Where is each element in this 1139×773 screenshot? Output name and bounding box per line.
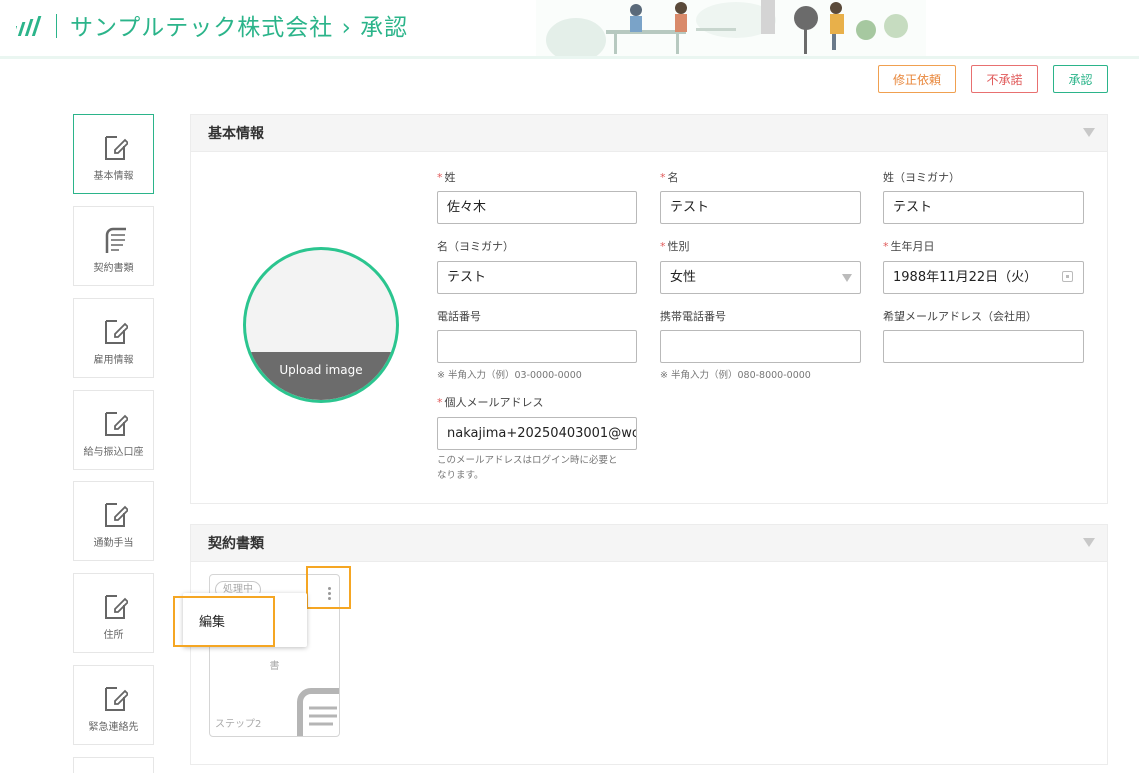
sidebar-item-label: 契約書類 <box>93 263 134 274</box>
edit-document-icon <box>105 503 128 527</box>
required-mark: * <box>660 240 666 253</box>
document-list-icon <box>105 227 126 253</box>
kebab-dot-icon <box>328 592 331 595</box>
basic-info-header[interactable]: 基本情報 <box>191 115 1107 152</box>
required-mark: * <box>660 171 666 184</box>
document-list-icon <box>297 688 339 736</box>
sidebar-item-label: 緊急連絡先 <box>88 722 139 733</box>
sidebar-item-more[interactable] <box>73 757 154 773</box>
avatar-upload[interactable]: Upload image <box>243 247 399 403</box>
company-logo-icon[interactable] <box>16 14 44 38</box>
card-step-label: ステップ2 <box>215 719 262 730</box>
sidebar-item-label: 住所 <box>103 630 124 641</box>
first-name-input[interactable]: テスト <box>660 191 861 224</box>
edit-document-icon <box>105 136 128 160</box>
chevron-down-icon <box>842 274 852 282</box>
sidebar-item-label: 基本情報 <box>93 171 134 182</box>
sidebar-item-salary-account[interactable]: 給与振込口座 <box>73 390 154 470</box>
app-header: サンプルテック株式会社 › 承認 <box>0 0 1139 59</box>
contract-docs-header[interactable]: 契約書類 <box>191 525 1107 562</box>
last-name-label: * 姓 <box>437 171 456 184</box>
card-title-fragment: 書 <box>269 661 280 672</box>
personal-email-label: * 個人メールアドレス <box>437 396 544 409</box>
first-name-kana-input[interactable]: テスト <box>437 261 637 294</box>
reject-button[interactable]: 不承諾 <box>971 65 1038 93</box>
mobile-input[interactable] <box>660 330 861 363</box>
edit-document-icon <box>105 412 128 436</box>
sidebar-item-basic-info[interactable]: 基本情報 <box>73 114 154 194</box>
sidebar-item-label: 通勤手当 <box>93 538 134 549</box>
approve-button[interactable]: 承認 <box>1053 65 1108 93</box>
birthdate-value: 1988年11月22日（火） <box>893 270 1038 285</box>
collapse-caret-icon[interactable] <box>1083 128 1095 137</box>
section-title: 基本情報 <box>208 126 264 142</box>
page-title: サンプルテック株式会社 › 承認 <box>70 15 409 41</box>
header-divider <box>56 14 57 38</box>
first-name-label: * 名 <box>660 171 679 184</box>
kebab-dot-icon <box>328 587 331 590</box>
edit-menu-item[interactable]: 編集 <box>199 611 225 630</box>
mobile-label: 携帯電話番号 <box>660 310 726 323</box>
personal-email-hint-line1: このメールアドレスはログイン時に必要と <box>437 455 618 466</box>
sidebar-item-label: 給与振込口座 <box>83 447 144 458</box>
sidebar-item-address[interactable]: 住所 <box>73 573 154 653</box>
first-name-kana-label: 名（ヨミガナ） <box>437 240 514 253</box>
birthdate-input[interactable]: 1988年11月22日（火） <box>883 261 1084 294</box>
section-title: 契約書類 <box>208 536 264 552</box>
calendar-icon[interactable] <box>1062 271 1073 282</box>
personal-email-input[interactable]: nakajima+20250403001@wor <box>437 417 637 450</box>
collapse-caret-icon[interactable] <box>1083 538 1095 547</box>
phone-hint: ※ 半角入力（例）03-0000-0000 <box>437 370 582 381</box>
gender-select[interactable]: 女性 <box>660 261 861 294</box>
last-name-kana-label: 姓（ヨミガナ） <box>883 171 960 184</box>
revision-request-button[interactable]: 修正依頼 <box>878 65 956 93</box>
upload-image-label[interactable]: Upload image <box>246 352 396 400</box>
sidebar-item-emergency-contact[interactable]: 緊急連絡先 <box>73 665 154 745</box>
edit-document-icon <box>105 687 128 711</box>
last-name-input[interactable]: 佐々木 <box>437 191 637 224</box>
company-email-input[interactable] <box>883 330 1084 363</box>
gender-value: 女性 <box>670 270 697 285</box>
header-illustration <box>536 0 926 56</box>
sidebar-item-employment-info[interactable]: 雇用情報 <box>73 298 154 378</box>
sidebar-item-commute-allowance[interactable]: 通勤手当 <box>73 481 154 561</box>
phone-label: 電話番号 <box>437 310 481 323</box>
phone-input[interactable] <box>437 330 637 363</box>
edit-document-icon <box>105 320 128 344</box>
more-options-button[interactable] <box>306 566 351 609</box>
birthdate-label: * 生年月日 <box>883 240 935 253</box>
mobile-hint: ※ 半角入力（例）080-8000-0000 <box>660 370 811 381</box>
required-mark: * <box>437 396 443 409</box>
last-name-kana-input[interactable]: テスト <box>883 191 1084 224</box>
sidebar-item-label: 雇用情報 <box>93 355 134 366</box>
kebab-dot-icon <box>328 597 331 600</box>
required-mark: * <box>883 240 889 253</box>
gender-label: * 性別 <box>660 240 690 253</box>
sidebar-item-contract-docs[interactable]: 契約書類 <box>73 206 154 286</box>
company-email-label: 希望メールアドレス（会社用） <box>883 310 1037 323</box>
edit-document-icon <box>105 595 128 619</box>
personal-email-hint-line2: なります。 <box>437 470 484 481</box>
required-mark: * <box>437 171 443 184</box>
